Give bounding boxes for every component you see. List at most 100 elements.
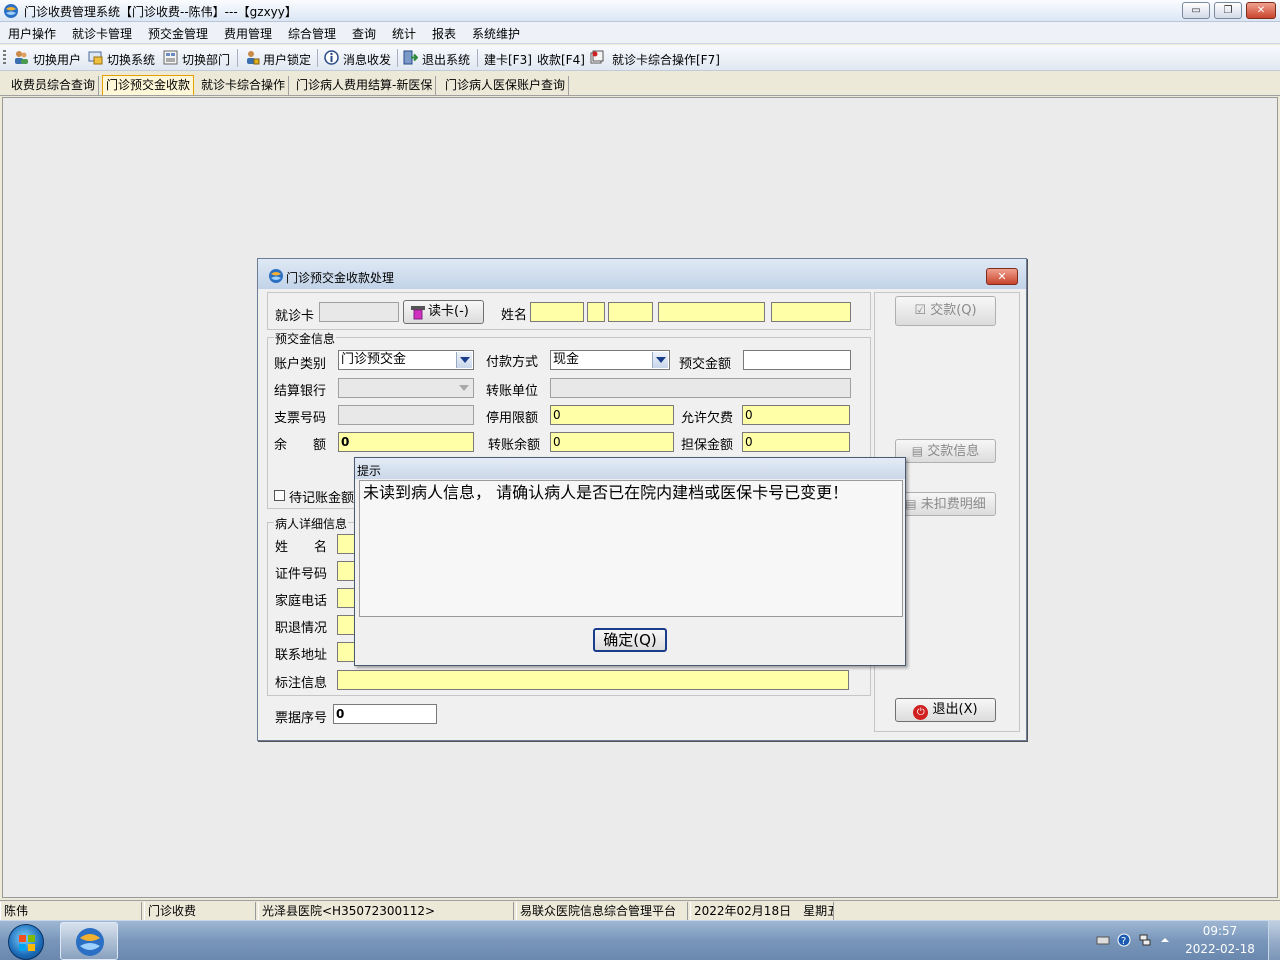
department-icon <box>163 50 178 65</box>
read-card-button[interactable]: 读卡(-) <box>403 300 484 324</box>
show-desktop-button[interactable] <box>1268 921 1280 960</box>
allow-arrears-label: 允许欠费 <box>681 411 734 426</box>
menu-stats[interactable]: 统计 <box>392 25 416 42</box>
menu-fee-mgmt[interactable]: 费用管理 <box>224 25 272 42</box>
pay-method-label: 付款方式 <box>486 355 539 370</box>
tab-bar: 收费员综合查询 门诊预交金收款 就诊卡综合操作 门诊病人费用结算-新医保 门诊病… <box>0 72 1280 96</box>
alert-dialog: 提示 未读到病人信息， 请确认病人是否已在院内建档或医保卡号已变更！ 确定(Q) <box>354 457 906 666</box>
status-hospital: 光泽县医院<H35072300112> <box>258 902 514 920</box>
switch-system-button[interactable]: 切换系统 <box>107 51 155 68</box>
card-number-input[interactable] <box>319 302 399 322</box>
patient-note-field[interactable] <box>337 670 849 690</box>
transfer-unit-input[interactable] <box>550 378 851 398</box>
account-type-select[interactable]: 门诊预交金 <box>338 350 474 370</box>
name-field[interactable] <box>530 302 584 322</box>
stop-limit-input[interactable]: 0 <box>550 405 674 425</box>
balance-input[interactable]: 0 <box>338 432 474 452</box>
undeducted-details-button[interactable]: ▤ 未扣费明细 <box>895 492 996 516</box>
gender-field[interactable] <box>587 302 605 322</box>
menu-prepay-mgmt[interactable]: 预交金管理 <box>148 25 208 42</box>
pending-checkbox[interactable] <box>274 490 285 501</box>
check-no-input[interactable] <box>338 405 474 425</box>
card-operations-icon <box>590 50 604 64</box>
toolbar-separator <box>237 49 238 67</box>
menu-user-ops[interactable]: 用户操作 <box>8 25 56 42</box>
pending-label: 待记账金额 <box>289 491 355 506</box>
taskbar: ? 09:57 2022-02-18 <box>0 920 1280 960</box>
patient-job-label: 职退情况 <box>275 621 328 636</box>
dialog-title-bar[interactable]: 门诊预交金收款处理 ✕ <box>258 259 1026 289</box>
dialog-title: 门诊预交金收款处理 <box>286 271 395 285</box>
chevron-down-icon[interactable] <box>456 352 472 368</box>
tab-fee-settlement[interactable]: 门诊病人费用结算-新医保 <box>293 76 437 96</box>
help-icon[interactable]: ? <box>1117 933 1131 947</box>
tray-date[interactable]: 2022-02-18 <box>1180 942 1260 956</box>
menu-query[interactable]: 查询 <box>352 25 376 42</box>
settle-bank-select[interactable] <box>338 378 474 398</box>
tab-card-operations[interactable]: 就诊卡综合操作 <box>198 76 290 96</box>
close-window-button[interactable]: ✕ <box>1246 2 1276 19</box>
dialog-close-button[interactable]: ✕ <box>986 268 1018 285</box>
chevron-down-icon[interactable] <box>652 352 668 368</box>
prepay-amount-label: 预交金额 <box>679 357 732 372</box>
app-logo-icon <box>269 269 283 283</box>
account-type-value: 门诊预交金 <box>341 352 407 367</box>
keyboard-icon[interactable] <box>1096 933 1110 947</box>
tab-cashier-query[interactable]: 收费员综合查询 <box>8 76 100 96</box>
create-card-button[interactable]: 建卡[F3] <box>484 51 532 68</box>
menu-card-mgmt[interactable]: 就诊卡管理 <box>72 25 132 42</box>
insurance-field[interactable] <box>771 302 851 322</box>
toolbar-separator <box>317 49 318 67</box>
card-ops-button[interactable]: 就诊卡综合操作[F7] <box>612 51 720 68</box>
menu-system-maint[interactable]: 系统维护 <box>472 25 520 42</box>
exit-system-button[interactable]: 退出系统 <box>422 51 470 68</box>
age-field[interactable] <box>608 302 653 322</box>
transfer-balance-label: 转账余额 <box>488 438 541 453</box>
stop-limit-label: 停用限额 <box>486 411 539 426</box>
menu-general-mgmt[interactable]: 综合管理 <box>288 25 336 42</box>
status-platform: 易联众医院信息综合管理平台 <box>516 902 688 920</box>
allow-arrears-input[interactable]: 0 <box>742 405 850 425</box>
card-reader-icon <box>411 306 425 320</box>
switch-system-icon <box>88 51 103 65</box>
read-card-label: 读卡(-) <box>428 304 469 319</box>
document-icon: ▤ <box>911 444 924 458</box>
toolbar-separator <box>477 49 478 67</box>
lock-user-button[interactable]: 用户锁定 <box>263 51 311 68</box>
switch-user-button[interactable]: 切换用户 <box>33 51 81 68</box>
alert-title-bar[interactable]: 提示 <box>355 458 905 479</box>
tab-outpatient-prepay[interactable]: 门诊预交金收款 <box>102 75 195 95</box>
id-field[interactable] <box>658 302 765 322</box>
transfer-balance-input[interactable]: 0 <box>550 432 674 452</box>
user-lock-icon <box>247 51 260 65</box>
menu-reports[interactable]: 报表 <box>432 25 456 42</box>
pay-info-button[interactable]: ▤ 交款信息 <box>895 439 996 463</box>
exit-dialog-button[interactable]: ⏻ 退出(X) <box>895 698 996 722</box>
receipt-no-label: 票据序号 <box>275 711 328 726</box>
switch-dept-button[interactable]: 切换部门 <box>182 51 230 68</box>
show-hidden-icons-icon[interactable] <box>1158 933 1172 947</box>
app-logo-icon <box>76 928 104 956</box>
toolbar-separator <box>397 49 398 67</box>
prepay-amount-input[interactable] <box>743 350 851 370</box>
receipt-no-input[interactable]: 0 <box>333 704 437 724</box>
restore-button[interactable]: ❐ <box>1214 2 1242 19</box>
tab-insurance-account[interactable]: 门诊病人医保账户查询 <box>442 76 570 96</box>
toolbar-grip[interactable] <box>3 50 6 66</box>
minimize-button[interactable]: ▭ <box>1182 2 1210 19</box>
alert-message: 未读到病人信息， 请确认病人是否已在院内建档或医保卡号已变更！ <box>363 483 849 502</box>
pay-info-label: 交款信息 <box>927 444 980 459</box>
pay-method-select[interactable]: 现金 <box>550 350 670 370</box>
undeducted-label: 未扣费明细 <box>920 497 986 512</box>
network-icon[interactable] <box>1138 933 1152 947</box>
prepay-group-caption: 预交金信息 <box>274 330 337 347</box>
taskbar-app-button[interactable] <box>60 922 118 960</box>
guarantee-input[interactable]: 0 <box>742 432 850 452</box>
chevron-down-icon[interactable] <box>456 380 472 396</box>
messages-button[interactable]: 消息收发 <box>343 51 391 68</box>
tray-time[interactable]: 09:57 <box>1180 924 1260 938</box>
start-button[interactable] <box>8 924 44 960</box>
charge-button[interactable]: 收款[F4] <box>537 51 585 68</box>
ok-button[interactable]: 确定(Q) <box>593 628 667 652</box>
pay-button[interactable]: ☑ 交款(Q) <box>895 296 996 326</box>
